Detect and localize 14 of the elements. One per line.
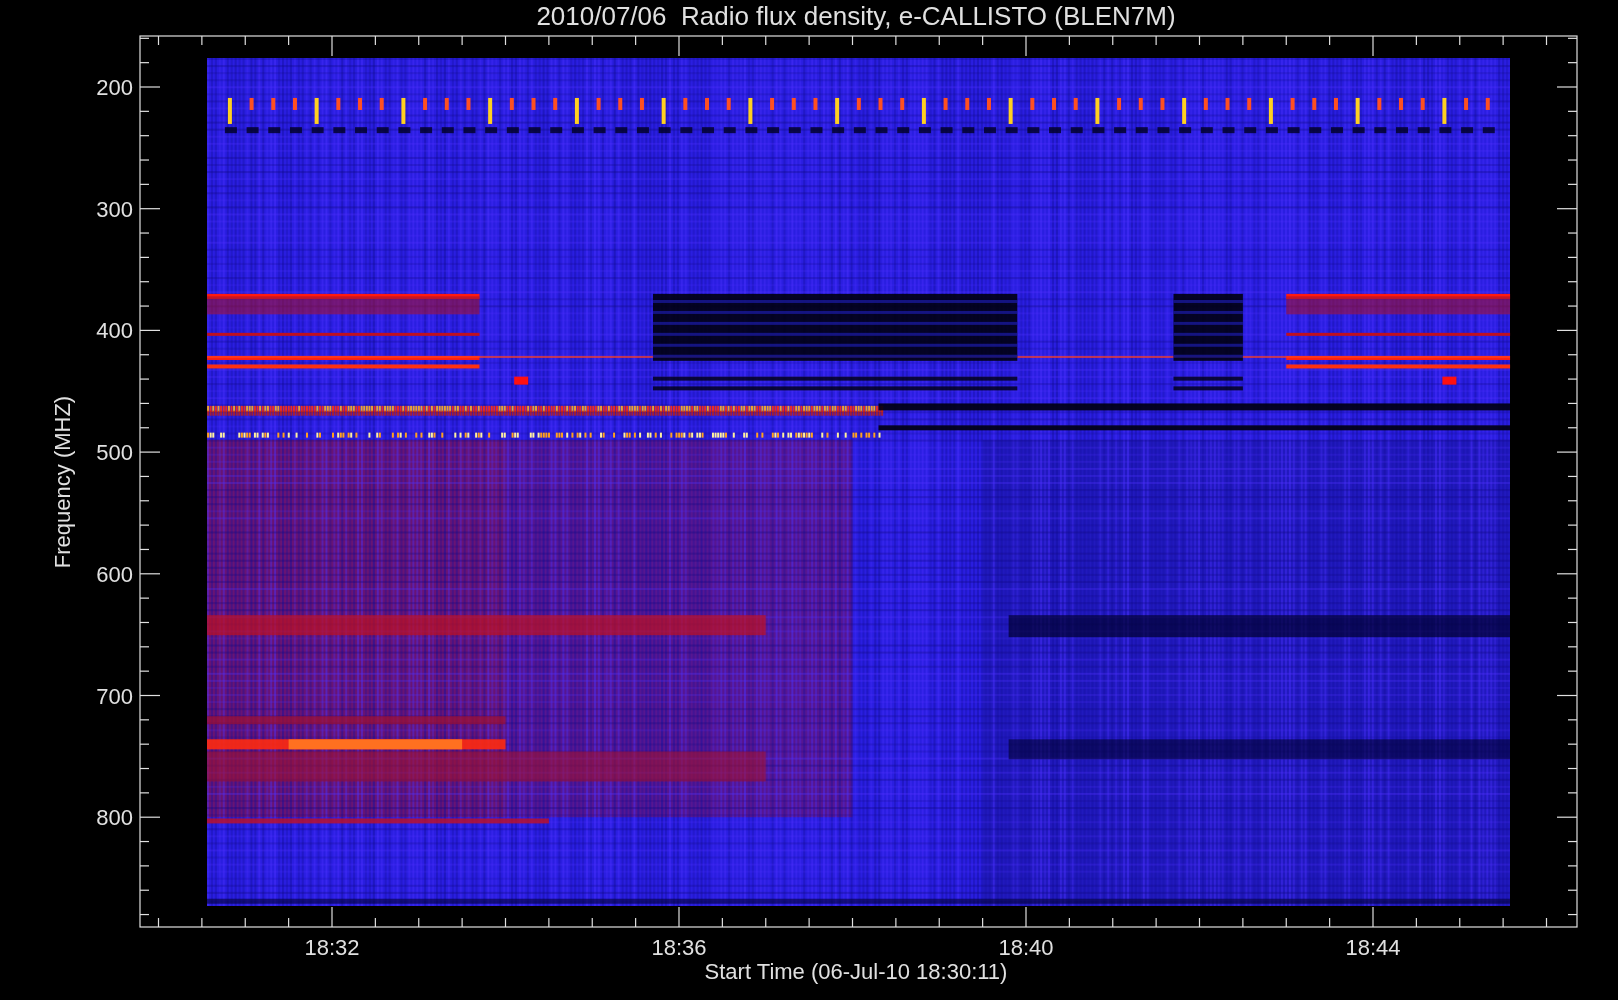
tick-label: 500 xyxy=(96,440,133,466)
tick-label: 600 xyxy=(96,561,133,587)
axis-label: Frequency (MHZ) xyxy=(50,395,75,569)
axis-label: Start Time (06-Jul-10 18:30:11) xyxy=(704,959,1008,984)
tick-label: 400 xyxy=(96,318,133,344)
tick-label: 300 xyxy=(96,196,133,222)
tick-label: 800 xyxy=(96,805,133,831)
tick-label: 18:32 xyxy=(304,935,360,960)
tick-label: 700 xyxy=(96,683,133,709)
tick-label: 18:40 xyxy=(998,935,1054,960)
tick-label: 18:44 xyxy=(1345,935,1401,960)
plot-title: 2010/07/06 Radio flux density, e-CALLISTO (BLEN7M) xyxy=(536,1,1176,31)
tick-label: 200 xyxy=(96,75,133,100)
tick-label: 18:36 xyxy=(651,935,707,960)
